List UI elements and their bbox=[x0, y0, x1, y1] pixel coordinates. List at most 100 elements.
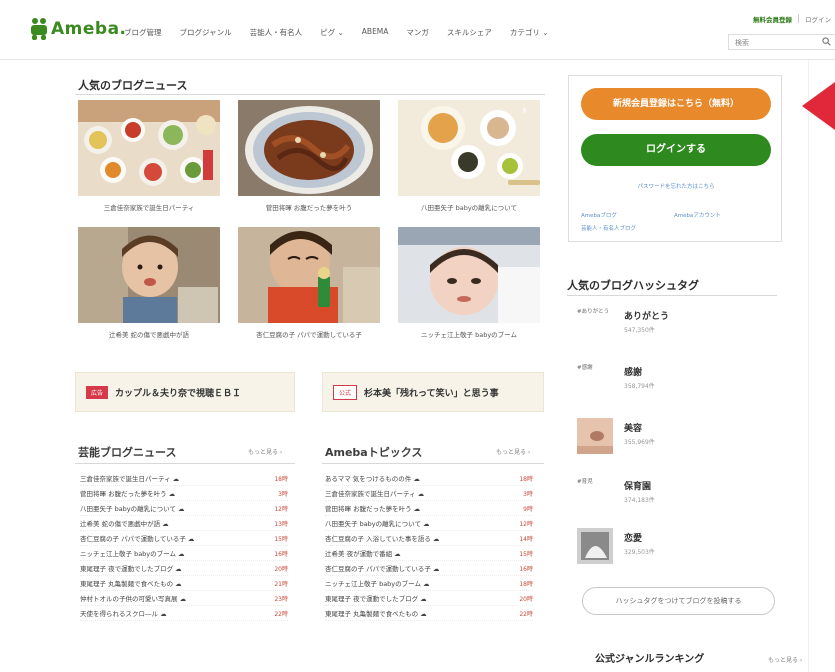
list-item-title: 辻希美 夜が運動で番組 ☁ bbox=[325, 550, 401, 558]
news-thumbnail[interactable] bbox=[238, 227, 380, 323]
list-item-time: 3時 bbox=[523, 490, 533, 498]
news-section-title: 人気のブログニュース bbox=[78, 79, 188, 92]
ameba-logo-text: Ameba. bbox=[51, 19, 127, 39]
register-button[interactable]: 新規会員登録はこちら（無料） bbox=[581, 88, 771, 120]
list-item[interactable]: ニッチェ江上敬子 babyのブーム ☁ 18時 bbox=[325, 576, 533, 591]
hashtag-item[interactable]: #育児 保育園 374,183件 bbox=[577, 476, 767, 514]
header-util-links: 無料会員登録 ログイン bbox=[753, 14, 831, 24]
list-item[interactable]: 菅田将暉 お腹だった夢を叶う ☁ 3時 bbox=[80, 486, 288, 501]
nav-skillshare[interactable]: スキルシェア bbox=[447, 27, 492, 38]
forgot-password-link[interactable]: パスワードを忘れた方はこちら bbox=[569, 182, 783, 190]
nav-category[interactable]: カテゴリ ⌄ bbox=[510, 27, 549, 38]
list-item-time: 18時 bbox=[274, 475, 288, 483]
list-item-time: 12時 bbox=[519, 520, 533, 528]
list-item[interactable]: 杏仁豆腐の子 パパで運動している子 ☁ 16時 bbox=[325, 561, 533, 576]
nav-pigg[interactable]: ピグ ⌄ bbox=[320, 27, 344, 38]
site-header: Ameba. ブログ管理 ブログジャンル 芸能人・有名人 ピグ ⌄ ABEMA … bbox=[0, 0, 835, 60]
promo-banner[interactable]: 広告 カップル＆夫り奈で視聴ＥＢＩ bbox=[75, 372, 295, 412]
news-thumbnail[interactable] bbox=[78, 100, 220, 196]
list-item-title: 杏仁豆腐の子 パパで運動している子 ☁ bbox=[325, 565, 440, 573]
news-card[interactable]: ニッチェ江上敬子 babyのブーム bbox=[398, 227, 540, 339]
hashtag-item[interactable]: #ありがとう ありがとう 547,350件 bbox=[577, 306, 767, 344]
hashtag-count: 329,503件 bbox=[624, 549, 655, 556]
list-item[interactable]: 菅田将暉 お腹だった夢を叶う ☁ 9時 bbox=[325, 501, 533, 516]
search-icon[interactable] bbox=[822, 37, 831, 46]
news-card[interactable]: 菅田将暉 お腹だった夢を叶う bbox=[238, 100, 380, 212]
list-item-title: ニッチェ江上敬子 babyのブーム ☁ bbox=[80, 550, 185, 558]
login-card-link[interactable]: 芸能人・有名人ブログ bbox=[581, 223, 674, 236]
list-item[interactable]: 三倉佳奈家族で誕生日パーティ ☁ 3時 bbox=[325, 486, 533, 501]
login-card-link[interactable]: Amebaアカウント bbox=[674, 210, 767, 223]
list-item[interactable]: 天使を得られるスクロ―ル ☁ 22時 bbox=[80, 606, 288, 621]
hashtag-item[interactable]: 美容 355,969件 bbox=[577, 418, 767, 456]
list-item[interactable]: ニッチェ江上敬子 babyのブーム ☁ 16時 bbox=[80, 546, 288, 561]
news-card[interactable]: 三倉佳奈家族で誕生日パーティ bbox=[78, 100, 220, 212]
news-caption: 辻希美 蛇の傷で悪戯中が語 bbox=[108, 331, 190, 339]
genre-ranking-title: 公式ジャンルランキング bbox=[595, 654, 705, 665]
nav-celebrity[interactable]: 芸能人・有名人 bbox=[250, 27, 303, 38]
list-item-time: 18時 bbox=[519, 475, 533, 483]
list-item[interactable]: 三倉佳奈家族で誕生日パーティ ☁ 18時 bbox=[80, 471, 288, 486]
list-item[interactable]: 東尾理子 夜で運動でしたブログ ☁ 20時 bbox=[80, 561, 288, 576]
list-item-title: 杏仁豆腐の子 入浴していた事を語る ☁ bbox=[325, 535, 440, 543]
ameba-logo[interactable]: Ameba. bbox=[30, 18, 127, 40]
login-link[interactable]: ログイン bbox=[805, 14, 831, 24]
list-item-time: 22時 bbox=[274, 610, 288, 618]
topics-more-link[interactable]: もっと見る › bbox=[496, 447, 530, 456]
banner-tag: 公式 bbox=[333, 384, 358, 400]
hashtag-count: 374,183件 bbox=[624, 497, 655, 504]
promo-banner[interactable]: 公式 杉本美「残れって笑い」と思う事 bbox=[322, 372, 544, 412]
list-item[interactable]: 東尾理子 夜で運動でしたブログ ☁ 20時 bbox=[325, 591, 533, 606]
hashtag-label: #ありがとう bbox=[577, 309, 610, 315]
news-card[interactable]: 辻希美 蛇の傷で悪戯中が語 bbox=[78, 227, 220, 339]
list-item[interactable]: 杏仁豆腐の子 入浴していた事を語る ☁ 14時 bbox=[325, 531, 533, 546]
list-item[interactable]: 辻希美 夜が運動で番組 ☁ 15時 bbox=[325, 546, 533, 561]
news-thumbnail[interactable] bbox=[78, 227, 220, 323]
celeb-news-list: 三倉佳奈家族で誕生日パーティ ☁ 18時菅田将暉 お腹だった夢を叶う ☁ 3時 八田亜… bbox=[80, 471, 288, 621]
list-item-title: 杏仁豆腐の子 パパで運動している子 ☁ bbox=[80, 535, 195, 543]
hashtag-item[interactable]: #感謝 感謝 358,794件 bbox=[577, 362, 767, 400]
hashtag-count: 547,350件 bbox=[624, 327, 655, 334]
list-item-time: 15時 bbox=[519, 550, 533, 558]
list-item-time: 9時 bbox=[523, 505, 533, 513]
search-input[interactable]: 検索 bbox=[728, 34, 835, 50]
nav-abema[interactable]: ABEMA bbox=[362, 27, 389, 38]
genre-ranking-more-link[interactable]: もっと見る › bbox=[768, 655, 802, 664]
list-item[interactable]: 東尾理子 丸亀製麺で食べたもの ☁ 22時 bbox=[325, 606, 533, 621]
list-item-time: 18時 bbox=[519, 580, 533, 588]
login-card-link[interactable]: Amebaブログ bbox=[581, 210, 674, 223]
list-item[interactable]: 杏仁豆腐の子 パパで運動している子 ☁ 15時 bbox=[80, 531, 288, 546]
list-item[interactable]: あるママ 気をつけるものの件 ☁ 18時 bbox=[325, 471, 533, 486]
list-item[interactable]: 仲村トオルの子供の可愛い写真展 ☁ 23時 bbox=[80, 591, 288, 606]
list-item-time: 21時 bbox=[274, 580, 288, 588]
list-item[interactable]: 八田亜矢子 babyの離乳について ☁ 12時 bbox=[325, 516, 533, 531]
list-item-title: 菅田将暉 お腹だった夢を叶う ☁ bbox=[80, 490, 176, 498]
nav-blog-manage[interactable]: ブログ管理 bbox=[124, 27, 162, 38]
news-thumbnail[interactable]: › bbox=[398, 100, 540, 196]
hashtag-post-button[interactable]: ハッシュタグをつけてブログを投稿する bbox=[582, 587, 775, 615]
news-title-rule bbox=[75, 94, 545, 95]
list-item-time: 13時 bbox=[274, 520, 288, 528]
list-item-title: 三倉佳奈家族で誕生日パーティ ☁ bbox=[80, 475, 180, 483]
hashtag-thumbnail bbox=[577, 418, 613, 454]
news-card[interactable]: › 八田亜矢子 babyの離乳について bbox=[398, 100, 540, 212]
list-item[interactable]: 八田亜矢子 babyの離乳について ☁ 12時 bbox=[80, 501, 288, 516]
list-item[interactable]: 辻希美 蛇の傷で悪戯中が語 ☁ 13時 bbox=[80, 516, 288, 531]
list-item-title: 三倉佳奈家族で誕生日パーティ ☁ bbox=[325, 490, 425, 498]
news-thumbnail[interactable] bbox=[398, 227, 540, 323]
list-item[interactable]: 東尾理子 丸亀製麺で食べたもの ☁ 21時 bbox=[80, 576, 288, 591]
hashtag-label: #育児 bbox=[577, 479, 593, 485]
hashtag-name: ありがとう bbox=[624, 312, 670, 322]
hashtag-item[interactable]: 恋愛 329,503件 bbox=[577, 528, 767, 566]
news-card[interactable]: 杏仁豆腐の子 パパで運動している子 bbox=[238, 227, 380, 339]
register-link[interactable]: 無料会員登録 bbox=[753, 14, 792, 24]
news-thumbnail[interactable] bbox=[238, 100, 380, 196]
ameba-logo-mark bbox=[30, 18, 48, 40]
chevron-right-icon[interactable]: › bbox=[522, 104, 534, 116]
news-caption: 杏仁豆腐の子 パパで運動している子 bbox=[256, 331, 362, 339]
celeb-news-more-link[interactable]: もっと見る › bbox=[248, 447, 282, 456]
nav-manga[interactable]: マンガ bbox=[406, 27, 429, 38]
pointer-arrow bbox=[802, 82, 835, 130]
login-button[interactable]: ログインする bbox=[581, 134, 771, 166]
nav-blog-genre[interactable]: ブログジャンル bbox=[180, 27, 232, 38]
